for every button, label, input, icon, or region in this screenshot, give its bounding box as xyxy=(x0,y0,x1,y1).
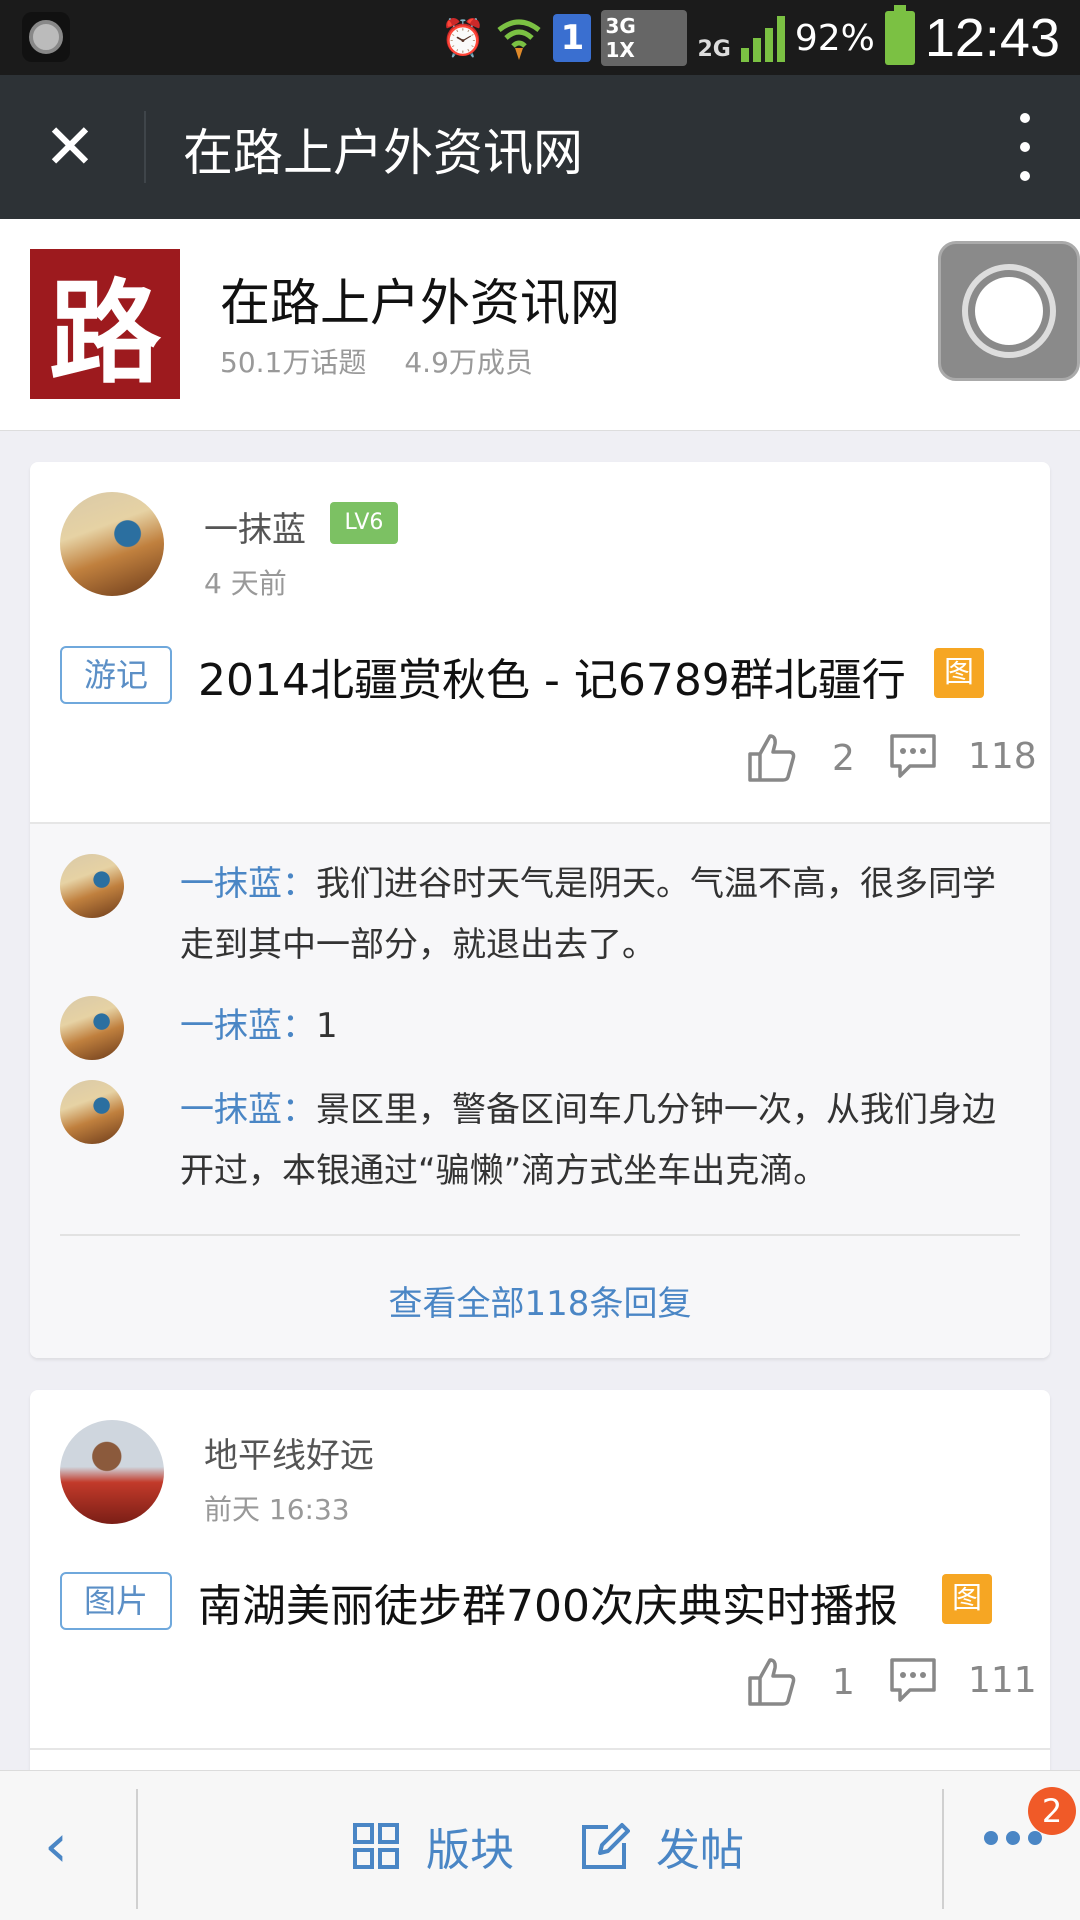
like-count: 1 xyxy=(832,1661,855,1703)
status-bar: ⏰ 1 3G 1X 2G 92% 12:43 xyxy=(0,0,1080,75)
page-title: 在路上户外资讯网 xyxy=(183,124,583,182)
topic-count: 50.1万话题 xyxy=(220,346,367,379)
like-button[interactable]: 1 xyxy=(746,1656,855,1708)
wifi-icon xyxy=(497,19,542,60)
reply-author[interactable]: 一抹蓝： xyxy=(180,1090,316,1130)
post-title[interactable]: 南湖美丽徒步群700次庆典实时播报 xyxy=(198,1570,898,1634)
level-badge: LV6 xyxy=(330,502,398,544)
like-button[interactable]: 2 xyxy=(746,732,855,784)
post-card[interactable]: 地平线好远 前天 16:33 图片 南湖美丽徒步群700次庆典实时播报 图 1 … xyxy=(30,1390,1050,1830)
post-time: 前天 16:33 xyxy=(204,1493,350,1526)
image-badge: 图 xyxy=(942,1574,992,1624)
comment-icon xyxy=(890,1658,936,1702)
forum-stats: 50.1万话题 4.9万成员 xyxy=(220,341,533,381)
thumbs-up-icon xyxy=(748,1658,796,1706)
back-chevron-icon[interactable]: ‹ xyxy=(44,1811,84,1881)
sections-label: 版块 xyxy=(426,1825,514,1876)
like-count: 2 xyxy=(832,737,855,779)
more-vertical-icon[interactable] xyxy=(1010,113,1040,181)
comment-icon xyxy=(890,734,936,778)
reply-author[interactable]: 一抹蓝： xyxy=(180,864,316,904)
author-name[interactable]: 一抹蓝 xyxy=(204,502,306,551)
title-bar: ✕ 在路上户外资讯网 xyxy=(0,75,1080,219)
assistive-touch-indicator-icon xyxy=(22,12,70,62)
reply-item[interactable]: 一抹蓝：我们进谷时天气是阴天。气温不高，很多同学走到其中一部分，就退出去了。 xyxy=(60,854,1020,976)
member-count: 4.9万成员 xyxy=(404,346,533,379)
avatar[interactable] xyxy=(60,1080,124,1144)
new-post-button[interactable]: 发帖 xyxy=(580,1811,744,1881)
comment-button[interactable]: 118 xyxy=(888,732,1037,780)
view-all-replies-link[interactable]: 查看全部118条回复 xyxy=(30,1276,1050,1325)
sim-slot-icon: 1 xyxy=(553,14,592,62)
bottom-toolbar: ‹ 版块 发帖 2 xyxy=(0,1770,1080,1920)
reply-item[interactable]: 一抹蓝：景区里，警备区间车几分钟一次，从我们身边开过，本银通过“骗懒”滴方式坐车… xyxy=(60,1080,1020,1202)
sections-button[interactable]: 版块 xyxy=(352,1811,514,1881)
alarm-icon: ⏰ xyxy=(440,18,486,59)
avatar[interactable] xyxy=(60,492,164,596)
battery-percent: 92% xyxy=(794,17,875,59)
divider xyxy=(30,1748,1050,1750)
toolbar-divider xyxy=(136,1789,138,1909)
avatar[interactable] xyxy=(60,854,124,918)
clock: 12:43 xyxy=(924,8,1060,68)
assistive-touch-button[interactable] xyxy=(938,241,1080,381)
comment-count: 111 xyxy=(968,1659,1037,1701)
notification-badge: 2 xyxy=(1028,1787,1076,1835)
more-horizontal-icon[interactable] xyxy=(984,1831,1042,1845)
post-label: 发帖 xyxy=(656,1825,744,1876)
comment-count: 118 xyxy=(968,735,1037,777)
reply-author[interactable]: 一抹蓝： xyxy=(180,1006,316,1046)
image-badge: 图 xyxy=(934,648,984,698)
author-name[interactable]: 地平线好远 xyxy=(204,1428,374,1477)
thumbs-up-icon xyxy=(748,734,796,782)
forum-name: 在路上户外资讯网 xyxy=(220,274,620,332)
mobile-network-indicator: 3G 1X xyxy=(601,10,688,66)
post-title[interactable]: 2014北疆赏秋色 - 记6789群北疆行 xyxy=(198,644,906,708)
title-divider xyxy=(144,111,146,183)
signal-strength-icon xyxy=(740,14,785,62)
network-2g-label: 2G xyxy=(697,37,731,62)
post-time: 4 天前 xyxy=(204,567,287,600)
forum-header[interactable]: 路 在路上户外资讯网 50.1万话题 4.9万成员 xyxy=(0,219,1080,431)
toolbar-divider xyxy=(942,1789,944,1909)
category-tag[interactable]: 游记 xyxy=(60,646,172,704)
comment-button[interactable]: 111 xyxy=(888,1656,1037,1704)
reply-preview-list: 一抹蓝：我们进谷时天气是阴天。气温不高，很多同学走到其中一部分，就退出去了。 一… xyxy=(30,824,1050,1358)
reply-text: 1 xyxy=(316,1006,338,1046)
category-tag[interactable]: 图片 xyxy=(60,1572,172,1630)
avatar[interactable] xyxy=(60,996,124,1060)
reply-item[interactable]: 一抹蓝：1 xyxy=(60,996,1020,1060)
grid-icon xyxy=(353,1823,399,1869)
divider xyxy=(60,1234,1020,1236)
edit-icon xyxy=(582,1823,630,1869)
forum-logo: 路 xyxy=(30,249,180,399)
close-icon[interactable]: ✕ xyxy=(38,115,102,179)
battery-icon xyxy=(884,5,915,65)
avatar[interactable] xyxy=(60,1420,164,1524)
post-card[interactable]: 一抹蓝 LV6 4 天前 游记 2014北疆赏秋色 - 记6789群北疆行 图 … xyxy=(30,462,1050,1358)
